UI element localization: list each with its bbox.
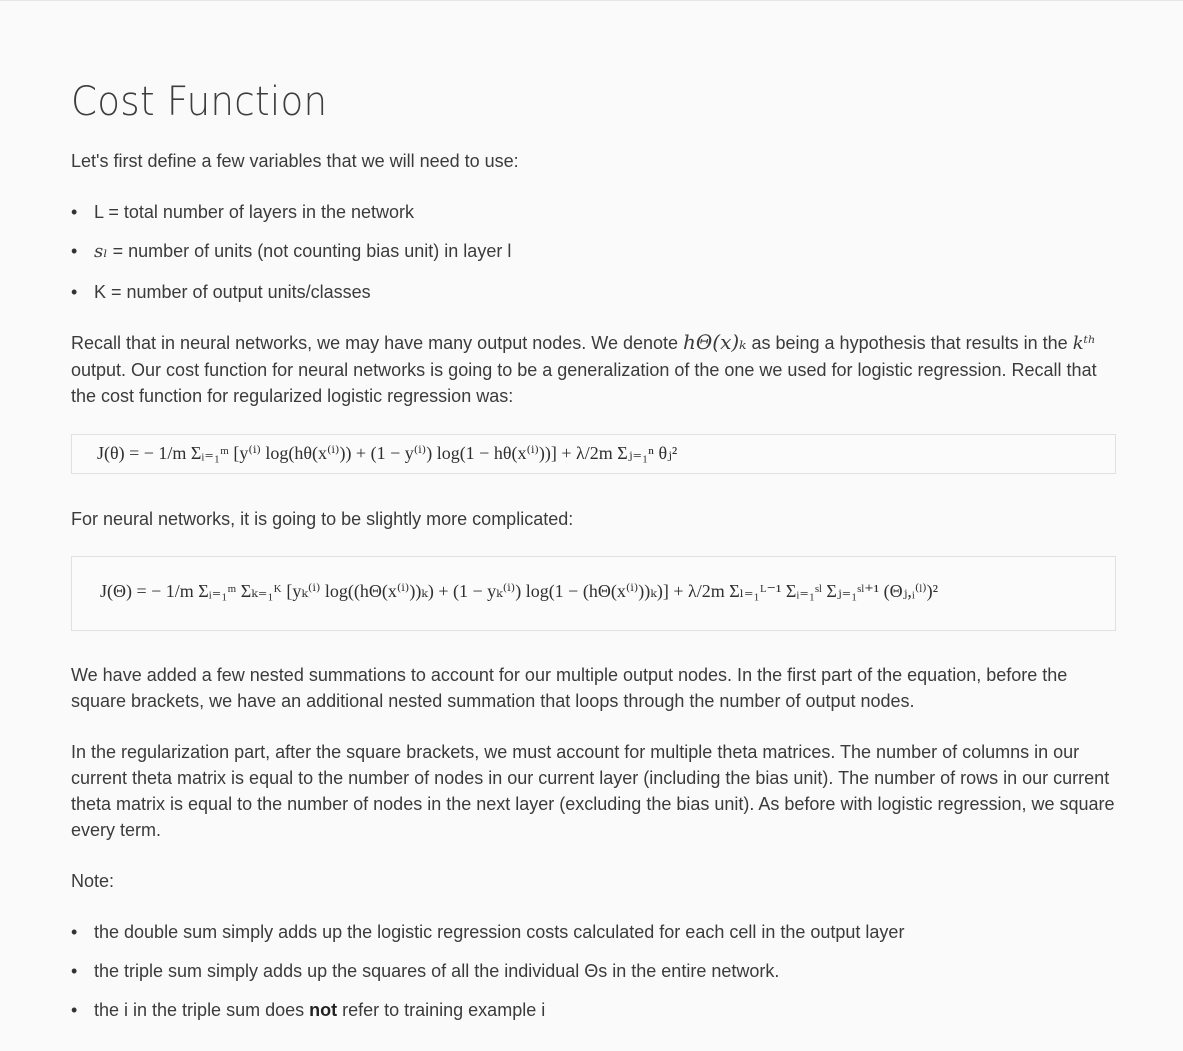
- list-item: the i in the triple sum does not refer t…: [71, 999, 904, 1021]
- emphasis: not: [309, 1000, 338, 1020]
- math-inline: sₗ: [94, 241, 108, 262]
- formula-nn: J(Θ) = − 1/m Σᵢ₌₁ᵐ Σₖ₌₁ᴷ [yₖ⁽ⁱ⁾ log((hΘ(…: [100, 581, 939, 601]
- note-label: Note:: [71, 871, 115, 891]
- nested-paragraph: We have added a few nested summations to…: [71, 665, 1068, 711]
- regularization-paragraph: In the regularization part, after the sq…: [71, 742, 1115, 840]
- list-item: the double sum simply adds up the logist…: [71, 921, 904, 943]
- page-title: Cost Function: [71, 79, 328, 125]
- list-item: the triple sum simply adds up the square…: [71, 960, 904, 982]
- list-item: L = total number of layers in the networ…: [71, 201, 511, 223]
- intro-text: Let's first define a few variables that …: [71, 151, 519, 171]
- list-item: K = number of output units/classes: [71, 281, 511, 303]
- variables-list: L = total number of layers in the networ…: [71, 201, 511, 303]
- nn-intro-text: For neural networks, it is going to be s…: [71, 509, 574, 529]
- recall-paragraph: Recall that in neural networks, we may h…: [71, 330, 1097, 406]
- notes-list: the double sum simply adds up the logist…: [71, 921, 904, 1021]
- formula-nn-box: J(Θ) = − 1/m Σᵢ₌₁ᵐ Σₖ₌₁ᴷ [yₖ⁽ⁱ⁾ log((hΘ(…: [71, 556, 1116, 631]
- math-inline: kᵗʰ: [1072, 333, 1096, 354]
- formula-logistic: J(θ) = − 1/m Σᵢ₌₁ᵐ [y⁽ⁱ⁾ log(hθ(x⁽ⁱ⁾)) +…: [97, 443, 678, 463]
- list-item: sₗ = number of units (not counting bias …: [71, 240, 511, 263]
- math-inline: hΘ(x)ₖ: [683, 330, 747, 354]
- formula-logistic-box: J(θ) = − 1/m Σᵢ₌₁ᵐ [y⁽ⁱ⁾ log(hθ(x⁽ⁱ⁾)) +…: [71, 434, 1116, 474]
